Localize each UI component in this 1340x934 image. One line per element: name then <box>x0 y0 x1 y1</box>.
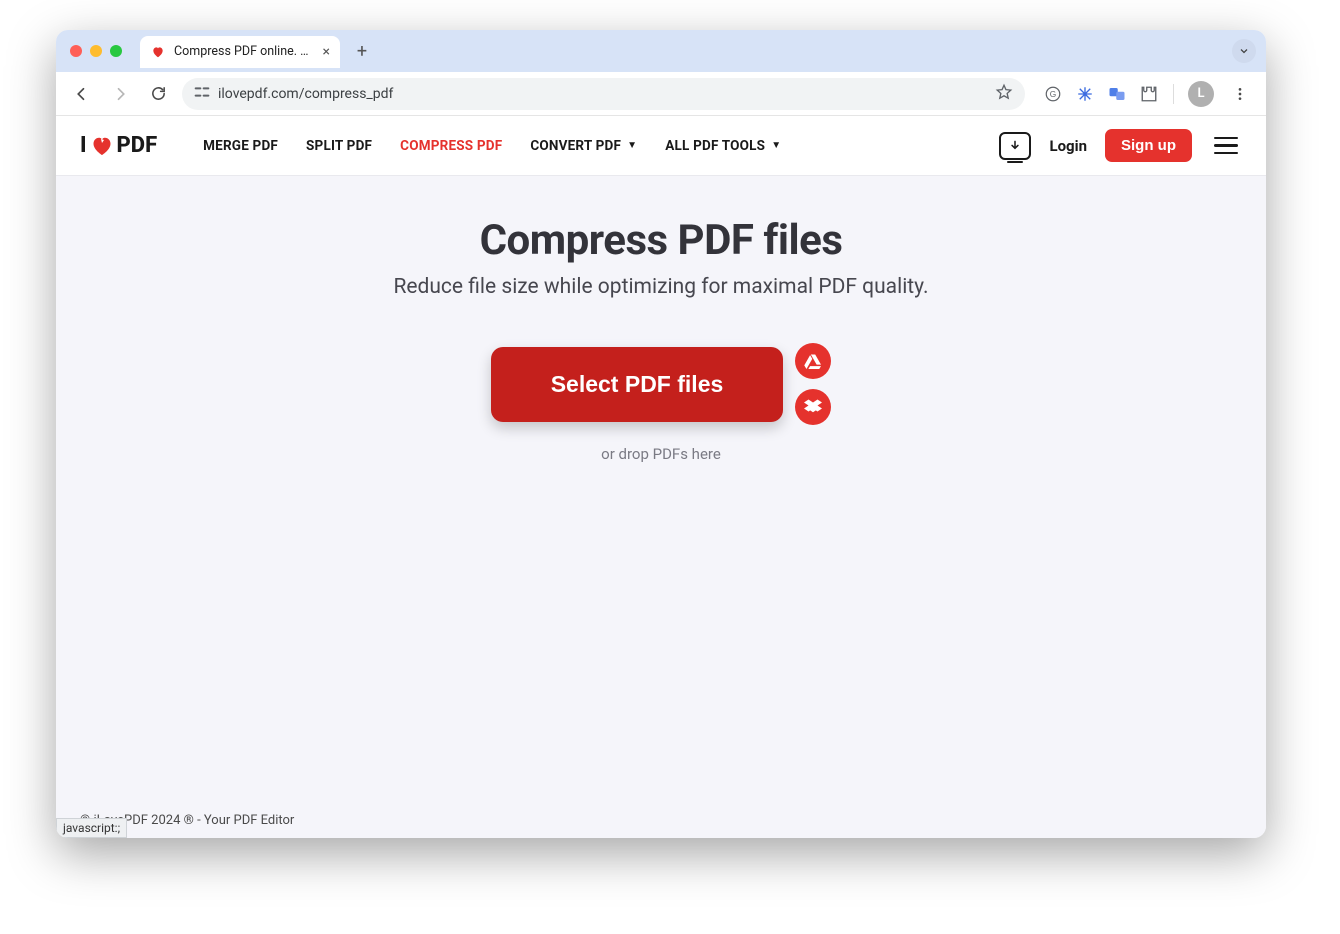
upload-row: Select PDF files <box>86 343 1236 425</box>
tab-favicon-icon <box>150 44 166 60</box>
select-files-button[interactable]: Select PDF files <box>491 347 784 422</box>
nav-compress[interactable]: COMPRESS PDF <box>400 138 502 154</box>
close-window-button[interactable] <box>70 45 82 57</box>
tab-title: Compress PDF online. Same <box>174 44 315 59</box>
reload-button[interactable] <box>144 80 172 108</box>
page-title: Compress PDF files <box>86 216 1236 265</box>
profile-avatar[interactable]: L <box>1188 81 1214 107</box>
extensions-row: G L <box>1043 80 1254 108</box>
browser-menu-button[interactable] <box>1226 80 1254 108</box>
tab-close-icon[interactable]: × <box>323 44 330 60</box>
minimize-window-button[interactable] <box>90 45 102 57</box>
tabs-overflow-button[interactable] <box>1232 39 1256 63</box>
extension-g-icon[interactable]: G <box>1043 84 1063 104</box>
site-settings-icon[interactable] <box>194 85 210 103</box>
logo-suffix: PDF <box>117 133 158 158</box>
page-subtitle: Reduce file size while optimizing for ma… <box>86 275 1236 299</box>
nav-convert-label: CONVERT PDF <box>530 138 621 154</box>
extensions-puzzle-icon[interactable] <box>1139 84 1159 104</box>
header-right: Login Sign up <box>999 129 1242 162</box>
forward-button[interactable] <box>106 80 134 108</box>
window-controls <box>70 45 122 57</box>
nav-all-tools[interactable]: ALL PDF TOOLS ▼ <box>665 138 781 154</box>
extension-snowflake-icon[interactable] <box>1075 84 1095 104</box>
dropbox-button[interactable] <box>795 389 831 425</box>
avatar-initial: L <box>1197 86 1204 101</box>
caret-down-icon: ▼ <box>627 140 637 151</box>
hamburger-menu-icon[interactable] <box>1210 133 1242 159</box>
toolbar-divider <box>1173 84 1174 104</box>
nav-all-label: ALL PDF TOOLS <box>665 138 765 154</box>
status-bar-hint: javascript:; <box>56 818 127 838</box>
tab-strip: Compress PDF online. Same × + <box>56 30 1266 72</box>
main-area: Compress PDF files Reduce file size whil… <box>56 176 1266 463</box>
signup-button[interactable]: Sign up <box>1105 129 1192 162</box>
google-drive-button[interactable] <box>795 343 831 379</box>
cloud-upload-column <box>795 343 831 425</box>
browser-tab[interactable]: Compress PDF online. Same × <box>140 36 340 68</box>
svg-text:G: G <box>1050 90 1056 99</box>
browser-window: Compress PDF online. Same × + ilovepdf.c… <box>56 30 1266 838</box>
nav-merge[interactable]: MERGE PDF <box>203 138 278 154</box>
main-nav: MERGE PDF SPLIT PDF COMPRESS PDF CONVERT… <box>203 138 781 154</box>
download-desktop-icon[interactable] <box>999 132 1031 160</box>
maximize-window-button[interactable] <box>110 45 122 57</box>
address-bar[interactable]: ilovepdf.com/compress_pdf <box>182 78 1025 110</box>
logo-prefix: I <box>80 133 87 158</box>
site-logo[interactable]: I PDF <box>80 133 157 158</box>
nav-convert[interactable]: CONVERT PDF ▼ <box>530 138 637 154</box>
login-link[interactable]: Login <box>1049 137 1087 155</box>
bookmark-star-icon[interactable] <box>995 83 1013 105</box>
page-content: I PDF MERGE PDF SPLIT PDF COMPRESS PDF C… <box>56 116 1266 838</box>
nav-split[interactable]: SPLIT PDF <box>306 138 372 154</box>
url-text: ilovepdf.com/compress_pdf <box>218 86 393 102</box>
site-header: I PDF MERGE PDF SPLIT PDF COMPRESS PDF C… <box>56 116 1266 176</box>
new-tab-button[interactable]: + <box>348 37 376 65</box>
caret-down-icon: ▼ <box>771 140 781 151</box>
drop-hint: or drop PDFs here <box>86 445 1236 463</box>
back-button[interactable] <box>68 80 96 108</box>
extension-translate-icon[interactable] <box>1107 84 1127 104</box>
heart-icon <box>90 134 114 158</box>
browser-toolbar: ilovepdf.com/compress_pdf G L <box>56 72 1266 116</box>
